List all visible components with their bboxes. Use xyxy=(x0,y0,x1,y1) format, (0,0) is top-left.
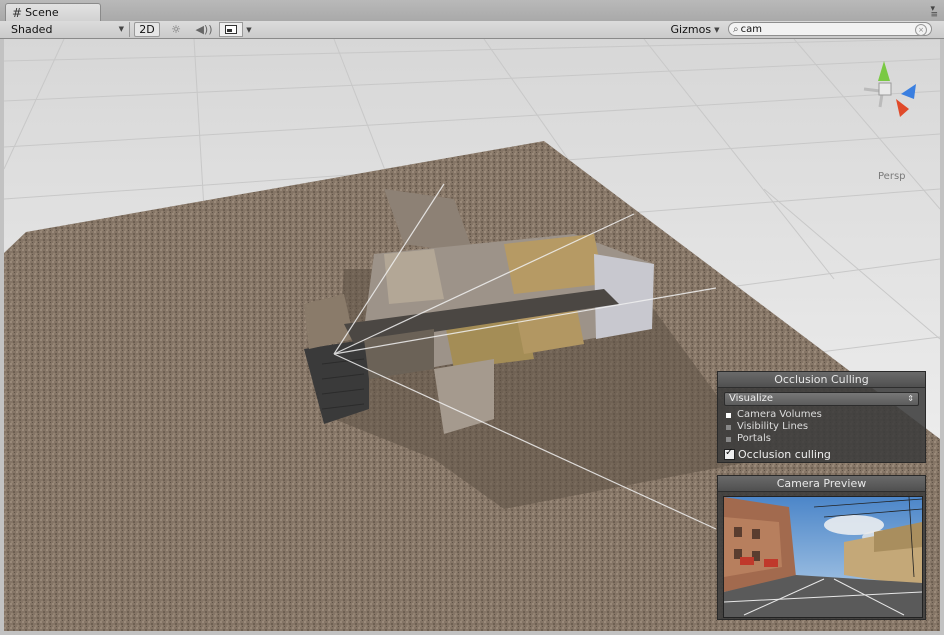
hierarchy-search-field[interactable]: ⌕ cam × xyxy=(728,22,932,36)
lighting-toggle-icon[interactable]: ☼ xyxy=(165,22,187,37)
chevron-down-icon: ▼ xyxy=(714,25,720,34)
camera-preview-panel: Camera Preview xyxy=(717,475,926,620)
occlusion-culling-panel: Occlusion Culling Visualize ⇕ Camera Vol… xyxy=(717,371,926,463)
scene-grid-icon: # xyxy=(12,5,23,20)
projection-label[interactable]: Persp xyxy=(878,171,906,182)
bullet-icon xyxy=(726,424,731,430)
scene-toolbar: Shaded ▼ 2D ☼ ◀)) ▼ Gizmos ▼ ⌕ cam × xyxy=(0,21,944,39)
updown-arrows-icon: ⇕ xyxy=(907,394,914,403)
search-icon: ⌕ xyxy=(733,23,739,35)
clear-search-icon[interactable]: × xyxy=(915,24,927,36)
camera-preview-image xyxy=(723,496,923,618)
occlusion-culling-title: Occlusion Culling xyxy=(718,372,925,388)
visualize-mode-dropdown[interactable]: Visualize ⇕ xyxy=(724,392,919,406)
option-camera-volumes[interactable]: Camera Volumes xyxy=(726,409,925,421)
2d-toggle-button[interactable]: 2D xyxy=(134,22,160,37)
option-label: Visibility Lines xyxy=(737,421,809,432)
tab-scene[interactable]: # Scene xyxy=(5,3,101,21)
gizmos-label: Gizmos xyxy=(670,23,712,36)
checkbox-label: Occlusion culling xyxy=(738,447,831,461)
option-label: Portals xyxy=(737,433,771,444)
panel-menu-icon[interactable]: ▾ ≡ xyxy=(930,5,938,20)
option-portals[interactable]: Portals xyxy=(726,433,925,445)
gizmos-dropdown[interactable]: Gizmos ▼ xyxy=(668,22,722,37)
draw-mode-dropdown[interactable]: Shaded ▼ xyxy=(4,22,130,37)
occlusion-culling-toggle[interactable]: Occlusion culling xyxy=(724,447,925,461)
bullet-icon xyxy=(726,412,731,418)
tab-bar: # Scene ▾ ≡ xyxy=(0,0,944,22)
search-input-value[interactable]: cam xyxy=(741,24,762,35)
checkbox-checked-icon[interactable] xyxy=(724,447,735,460)
draw-mode-label: Shaded xyxy=(11,23,53,36)
camera-preview-title: Camera Preview xyxy=(718,476,925,492)
audio-toggle-icon[interactable]: ◀)) xyxy=(192,22,216,37)
visualize-mode-label: Visualize xyxy=(729,393,774,404)
tab-scene-label: Scene xyxy=(25,6,59,19)
effects-toggle-button[interactable] xyxy=(219,22,243,37)
chevron-down-icon: ▼ xyxy=(118,25,124,33)
image-effects-icon xyxy=(225,25,237,34)
effects-dropdown-icon[interactable]: ▼ xyxy=(244,22,254,37)
option-label: Camera Volumes xyxy=(737,409,822,420)
bullet-icon xyxy=(726,436,731,442)
option-visibility-lines[interactable]: Visibility Lines xyxy=(726,421,925,433)
